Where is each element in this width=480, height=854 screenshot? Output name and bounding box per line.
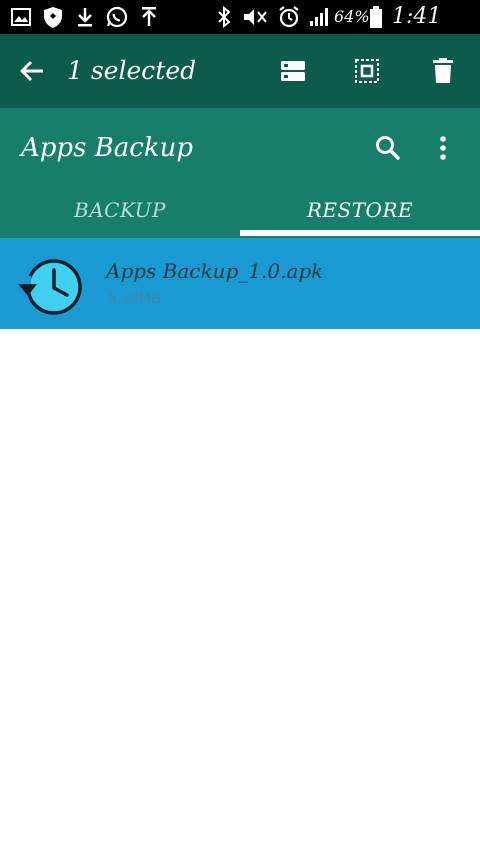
- whatsapp-icon: [104, 4, 130, 30]
- upload-icon: [138, 4, 160, 30]
- more-vert-icon[interactable]: [428, 130, 458, 166]
- back-arrow-icon[interactable]: [14, 53, 50, 89]
- tab-selected-indicator: [240, 230, 480, 236]
- alarm-icon: [276, 4, 302, 30]
- search-icon[interactable]: [370, 130, 406, 166]
- item-file-name: Apps Backup_1.0.apk: [106, 259, 324, 283]
- mute-icon: [240, 4, 270, 30]
- signal-icon: [308, 4, 332, 30]
- bluetooth-icon: [214, 4, 234, 30]
- item-file-size: 5.32MB: [108, 291, 161, 307]
- battery-percent: 64%: [334, 7, 370, 26]
- image-icon: [10, 4, 32, 30]
- select-all-icon[interactable]: [348, 53, 386, 89]
- battery-icon: [368, 4, 384, 30]
- list-select-icon[interactable]: [274, 53, 312, 89]
- download-icon: [74, 4, 96, 30]
- app-title: Apps Backup: [21, 133, 193, 163]
- restore-clock-icon: [16, 256, 86, 318]
- list-item[interactable]: Apps Backup_1.0.apk 5.32MB: [0, 238, 480, 329]
- contextual-action-bar: 1 selected: [0, 34, 480, 108]
- shield-icon: [40, 4, 66, 30]
- tab-backup[interactable]: BACKUP: [0, 190, 240, 236]
- selection-count-title: 1 selected: [67, 56, 197, 85]
- clock-time: 1:41 PM: [392, 4, 442, 59]
- status-bar: 64% 1:41 PM: [0, 0, 480, 59]
- delete-icon[interactable]: [424, 53, 462, 89]
- app-toolbar: Apps Backup BACKUP RESTORE: [0, 108, 480, 238]
